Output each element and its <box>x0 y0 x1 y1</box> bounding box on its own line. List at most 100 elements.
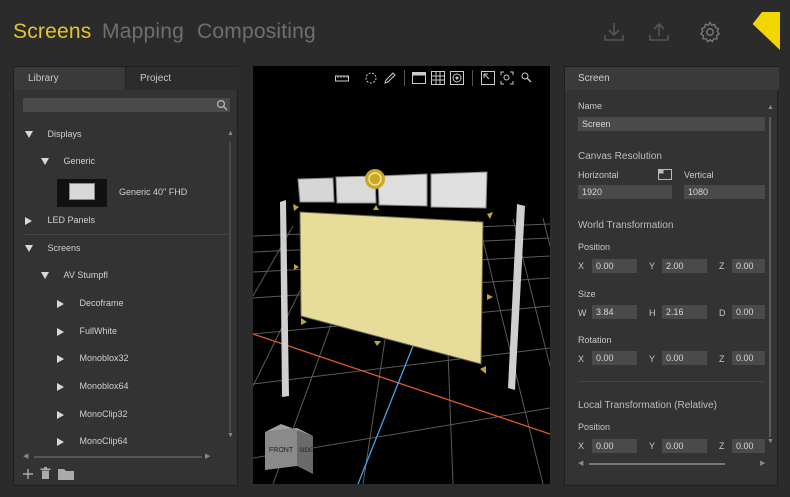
position-label: Position <box>578 242 611 252</box>
name-label: Name <box>578 101 603 111</box>
library-footer <box>14 463 239 487</box>
canvas-resolution-heading: Canvas Resolution <box>578 151 662 162</box>
axis-y-label: Y <box>649 261 656 271</box>
upload-icon[interactable] <box>647 20 671 44</box>
tree-item-av-stumpfl[interactable]: AV Stumpfl <box>41 268 108 282</box>
tree-item-led-panels[interactable]: LED Panels <box>25 213 95 227</box>
size-d-field[interactable]: 0.00 <box>732 305 765 319</box>
chevron-down-icon[interactable] <box>25 245 33 253</box>
chevron-right-icon[interactable] <box>57 382 64 391</box>
target-icon[interactable] <box>450 71 464 85</box>
trash-icon[interactable] <box>40 467 51 480</box>
chevron-down-icon[interactable] <box>41 272 49 280</box>
tab-compositing[interactable]: Compositing <box>197 20 316 44</box>
scroll-left-arrow[interactable]: ◀ <box>23 452 28 460</box>
tree-item-generic[interactable]: Generic <box>41 154 95 168</box>
rotation-x-field[interactable]: 0.00 <box>592 351 637 365</box>
search-icon[interactable] <box>215 98 229 112</box>
horizontal-scrollbar[interactable] <box>589 463 725 465</box>
rotation-z-field[interactable]: 0.00 <box>732 351 765 365</box>
tab-library[interactable]: Library <box>14 67 126 90</box>
display-thumbnail[interactable] <box>57 179 107 207</box>
vertical-label: Vertical <box>684 170 714 180</box>
scroll-up-arrow[interactable]: ▲ <box>767 104 774 111</box>
vertical-scrollbar[interactable] <box>769 117 771 437</box>
tree-item-decoframe[interactable]: Decoframe <box>57 296 124 310</box>
name-field[interactable]: Screen <box>578 117 765 131</box>
chevron-right-icon[interactable] <box>57 354 64 363</box>
add-icon[interactable] <box>22 468 34 480</box>
chevron-right-icon[interactable] <box>25 216 32 225</box>
tree-item-generic-40-fhd[interactable]: Generic 40" FHD <box>119 185 187 199</box>
tree-item-monoblox64[interactable]: Monoblox64 <box>57 379 129 393</box>
chevron-down-icon[interactable] <box>41 158 49 166</box>
top-bar: Screens Mapping Compositing <box>0 0 790 66</box>
properties-panel: Screen Name Screen Canvas Resolution Hor… <box>564 66 779 486</box>
view-cube[interactable]: FRONT SIDE <box>265 424 313 474</box>
divider <box>578 381 764 382</box>
axis-z-label: Z <box>719 354 725 364</box>
top-screen-row[interactable] <box>297 171 488 209</box>
tree-item-displays[interactable]: Displays <box>25 127 82 141</box>
chevron-right-icon[interactable] <box>57 299 64 308</box>
scroll-right-arrow[interactable]: ▶ <box>205 452 210 460</box>
local-position-y-field[interactable]: 0.00 <box>662 439 707 453</box>
scroll-right-arrow[interactable]: ▶ <box>760 459 765 467</box>
3d-viewport[interactable]: FRONT SIDE <box>253 66 550 484</box>
grid-icon[interactable] <box>431 71 445 85</box>
local-position-x-field[interactable]: 0.00 <box>592 439 637 453</box>
chevron-right-icon[interactable] <box>57 437 64 446</box>
left-pole <box>280 200 289 397</box>
scroll-up-arrow[interactable]: ▲ <box>227 130 234 137</box>
rotation-y-field[interactable]: 0.00 <box>662 351 707 365</box>
local-position-label: Position <box>578 422 611 432</box>
layout-icon[interactable] <box>412 72 426 84</box>
size-h-field[interactable]: 2.16 <box>662 305 707 319</box>
monitor-icon <box>69 183 95 200</box>
tree-item-monoclip64[interactable]: MonoClip64 <box>57 434 128 448</box>
vertical-resolution-field[interactable]: 1080 <box>684 185 765 199</box>
selected-screen[interactable] <box>299 211 484 365</box>
logo-icon <box>740 12 780 50</box>
zoom-fit-icon[interactable] <box>500 71 514 85</box>
horizontal-resolution-field[interactable]: 1920 <box>578 185 672 199</box>
scroll-down-arrow[interactable]: ▼ <box>767 438 774 445</box>
link-aspect-icon[interactable] <box>658 169 672 180</box>
zoom-icon[interactable] <box>520 71 534 85</box>
tree-item-monoblox32[interactable]: Monoblox32 <box>57 351 129 365</box>
position-x-field[interactable]: 0.00 <box>592 259 637 273</box>
tab-project[interactable]: Project <box>126 67 239 90</box>
chevron-right-icon[interactable] <box>57 327 64 336</box>
tab-mapping[interactable]: Mapping <box>102 20 184 44</box>
tab-screens[interactable]: Screens <box>13 20 91 44</box>
folder-icon[interactable] <box>58 468 74 480</box>
pen-icon[interactable] <box>383 71 397 85</box>
axis-h-label: H <box>649 308 656 318</box>
axis-y-label: Y <box>649 354 656 364</box>
toolbar-divider <box>472 70 473 86</box>
toolbar-divider <box>404 70 405 86</box>
position-z-field[interactable]: 0.00 <box>732 259 765 273</box>
download-icon[interactable] <box>602 20 626 44</box>
chevron-down-icon[interactable] <box>25 131 33 139</box>
tree-item-monoclip32[interactable]: MonoClip32 <box>57 407 128 421</box>
tree-item-fullwhite[interactable]: FullWhite <box>57 324 117 338</box>
horizontal-scrollbar[interactable] <box>34 456 202 458</box>
size-w-field[interactable]: 3.84 <box>592 305 637 319</box>
select-circle-icon[interactable] <box>364 71 378 85</box>
scroll-left-arrow[interactable]: ◀ <box>578 459 583 467</box>
ruler-icon[interactable] <box>335 73 349 83</box>
scroll-down-arrow[interactable]: ▼ <box>227 432 234 439</box>
gear-icon[interactable] <box>698 20 722 44</box>
axis-x-label: X <box>578 261 585 271</box>
local-position-z-field[interactable]: 0.00 <box>732 439 765 453</box>
scene-canvas[interactable]: FRONT SIDE <box>253 66 550 484</box>
vertical-scrollbar[interactable] <box>229 142 231 432</box>
chevron-right-icon[interactable] <box>57 410 64 419</box>
frame-icon[interactable] <box>481 71 495 85</box>
size-label: Size <box>578 289 596 299</box>
position-y-field[interactable]: 2.00 <box>662 259 707 273</box>
tree-item-screens[interactable]: Screens <box>25 241 81 255</box>
axis-z-label: Z <box>719 261 725 271</box>
search-input[interactable] <box>23 98 230 112</box>
